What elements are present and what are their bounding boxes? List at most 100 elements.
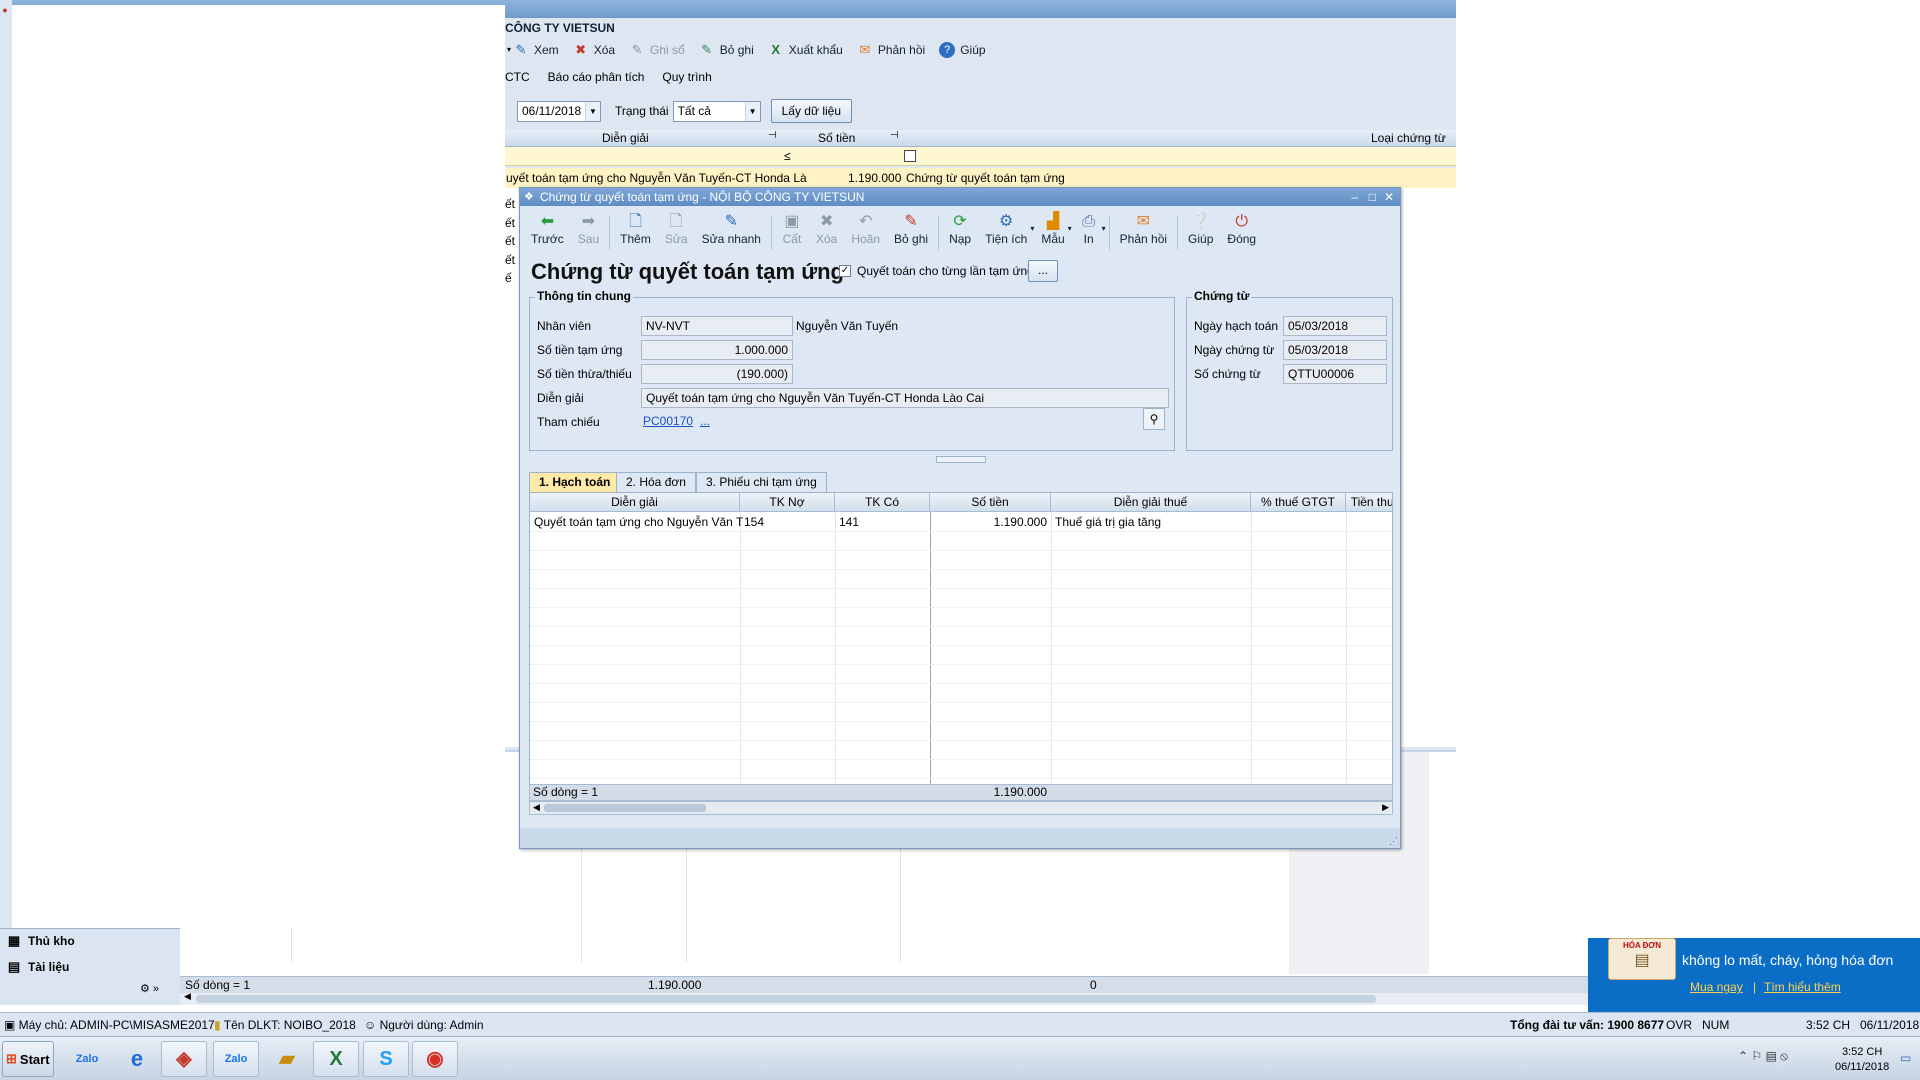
view-button[interactable]: ✎ Xem	[513, 42, 559, 58]
delete-icon: ✖	[819, 213, 834, 230]
maximize-icon[interactable]: □	[1369, 188, 1376, 206]
splitter-handle[interactable]	[936, 456, 986, 463]
list-grid-row[interactable]: uyết toán tạm ứng cho Nguyễn Văn Tuyến-C…	[505, 168, 1456, 188]
posting-date-field[interactable]: 05/03/2018	[1283, 316, 1387, 336]
col-debit[interactable]: TK Nợ	[740, 493, 835, 512]
tab-advance-payment[interactable]: 3. Phiếu chi tạm ứng	[696, 472, 827, 492]
feedback-button[interactable]: ✉ Phản hồi	[857, 42, 925, 58]
help-button[interactable]: ❔ Giúp	[1181, 212, 1220, 254]
tab-accounting[interactable]: 1. Hạch toán	[529, 472, 621, 492]
scroll-thumb[interactable]	[196, 995, 1376, 1003]
col-description[interactable]: Diễn giải	[530, 493, 740, 512]
list-grid-left-text: ết ết ết ết ế	[505, 197, 516, 285]
chrome-icon[interactable]: ◉	[412, 1041, 458, 1077]
reference-link[interactable]: PC00170	[643, 414, 693, 428]
scroll-left-icon[interactable]: ◀	[533, 802, 540, 813]
invoice-badge: HÓA ĐƠN ▤	[1608, 938, 1676, 980]
zalo-app[interactable]: Zalo	[64, 1041, 110, 1077]
scroll-right-icon[interactable]: ▶	[1382, 802, 1389, 813]
filter-clear-icon[interactable]	[904, 150, 916, 162]
post-icon: ✎	[631, 42, 643, 57]
quick-edit-button[interactable]: ✎ Sửa nhanh	[695, 212, 768, 254]
delete-button[interactable]: ✖ Xóa	[573, 42, 615, 58]
zalo-app-2[interactable]: Zalo	[213, 1041, 259, 1077]
undo-button[interactable]: ↶ Hoãn	[844, 212, 887, 254]
minimize-icon[interactable]: –	[1351, 188, 1358, 206]
menu-reports[interactable]: Báo cáo phân tích	[548, 70, 645, 84]
difference-field[interactable]: (190.000)	[641, 364, 793, 384]
export-button[interactable]: X Xuất khẩu	[768, 42, 842, 58]
folder-icon[interactable]: ▰	[264, 1041, 310, 1077]
edit-button[interactable]: 🗋 Sửa	[658, 212, 695, 254]
dropdown-arrow-icon[interactable]: ▼	[585, 101, 600, 121]
nav-config-icon[interactable]: ⚙ »	[140, 982, 159, 995]
col-credit[interactable]: TK Có	[835, 493, 930, 512]
scroll-left-icon[interactable]: ◀	[184, 991, 191, 1002]
description-field[interactable]: Quyết toán tạm ứng cho Nguyễn Văn Tuyến-…	[641, 388, 1169, 408]
settle-each-checkbox[interactable]: ✓ Quyết toán cho từng lần tạm ứng	[839, 264, 1034, 278]
fetch-data-button[interactable]: Lấy dữ liệu	[770, 99, 852, 123]
main-hscrollbar[interactable]: ◀	[180, 991, 1588, 1005]
nav-documents[interactable]: ▤ Tài liệu	[6, 959, 70, 975]
employee-code-field[interactable]: NV-NVT	[641, 316, 793, 336]
col-amount[interactable]: Số tiền	[930, 493, 1051, 512]
dropdown-arrow-icon[interactable]: ▼	[744, 101, 760, 121]
nav-warehouse[interactable]: ▦ Thủ kho	[6, 933, 75, 949]
misa-icon[interactable]: ◈	[161, 1041, 207, 1077]
pin-icon[interactable]: ⊣	[890, 130, 899, 141]
document-number-field[interactable]: QTTU00006	[1283, 364, 1387, 384]
resize-grip-icon[interactable]: ⋰	[1389, 836, 1398, 847]
invoice-ad[interactable]: HÓA ĐƠN ▤ không lo mất, cháy, hỏng hóa đ…	[1588, 938, 1920, 1012]
close-icon[interactable]: ✕	[1384, 188, 1394, 206]
checkbox-checked-icon[interactable]: ✓	[839, 265, 851, 277]
scroll-thumb[interactable]	[544, 804, 706, 812]
skype-icon[interactable]: S	[363, 1041, 409, 1077]
close-button[interactable]: ⏻ Đóng	[1220, 212, 1263, 254]
start-button[interactable]: ⊞ Start	[2, 1041, 54, 1077]
ellipsis-button[interactable]: ...	[1028, 260, 1058, 282]
unpost-button[interactable]: ✎ Bỏ ghi	[887, 212, 935, 254]
buy-now-link[interactable]: Mua ngay	[1690, 980, 1743, 994]
template-button[interactable]: ▟ Mẫu ▾	[1034, 212, 1071, 254]
search-icon[interactable]: ⚲	[1143, 408, 1165, 430]
col-tax-description[interactable]: Diễn giải thuế	[1051, 493, 1251, 512]
menu-process[interactable]: Quy trình	[662, 70, 711, 84]
prev-button[interactable]: ⬅ Trước	[524, 212, 571, 254]
pin-icon[interactable]: ⊣	[768, 130, 777, 141]
print-icon: ⎙	[1082, 213, 1096, 230]
tray-icons[interactable]: ⌃ ⚐ ▤ ⦸	[1738, 1049, 1788, 1064]
database-icon: ▮	[214, 1018, 224, 1032]
ie-icon[interactable]: e	[114, 1041, 160, 1077]
delete-button[interactable]: ✖ Xóa	[809, 212, 844, 254]
company-name: CÔNG TY VIETSUN	[505, 21, 615, 35]
print-button[interactable]: ⎙ In ▾	[1072, 212, 1105, 254]
dropdown-arrow-icon[interactable]: ▾	[505, 42, 513, 58]
advance-amount-field[interactable]: 1.000.000	[641, 340, 793, 360]
dialog-bottom-bar: ⋰	[520, 828, 1400, 848]
unpost-button[interactable]: ✎ Bỏ ghi	[699, 42, 753, 58]
database-status: ▮ Tên DLKT: NOIBO_2018	[214, 1018, 356, 1032]
tab-invoice[interactable]: 2. Hóa đơn	[616, 472, 696, 492]
add-button[interactable]: 🗋 Thêm	[613, 212, 658, 254]
load-button[interactable]: ⟳ Nạp	[942, 212, 978, 254]
clock[interactable]: 3:52 CH 06/11/2018	[1835, 1045, 1889, 1075]
post-button[interactable]: ✎ Ghi sổ	[629, 42, 685, 58]
col-vat-percent[interactable]: % thuế GTGT	[1251, 493, 1346, 512]
show-desktop-icon[interactable]: ▭	[1900, 1051, 1911, 1065]
utilities-button[interactable]: ⚙ Tiện ích ▾	[978, 212, 1034, 254]
grid-hscrollbar[interactable]: ◀ ▶	[529, 801, 1393, 815]
document-date-field[interactable]: 05/03/2018	[1283, 340, 1387, 360]
next-button[interactable]: ➡ Sau	[571, 212, 606, 254]
help-button[interactable]: ? Giúp	[939, 42, 986, 58]
excel-icon[interactable]: X	[313, 1041, 359, 1077]
feedback-button[interactable]: ✉ Phản hồi	[1113, 212, 1174, 254]
status-label: Trạng thái	[615, 104, 669, 118]
reference-more-link[interactable]: ...	[700, 414, 710, 428]
col-tax-amount[interactable]: Tiền thuế	[1346, 493, 1392, 512]
menu-ctc[interactable]: CTC	[505, 70, 530, 84]
date-filter[interactable]: 06/11/2018 ▼	[517, 100, 601, 122]
learn-more-link[interactable]: Tìm hiểu thêm	[1764, 980, 1841, 994]
filter-operator[interactable]: ≤	[784, 149, 791, 163]
status-select[interactable]: Tất cả ▼	[672, 100, 761, 122]
save-button[interactable]: ▣ Cất	[775, 212, 809, 254]
